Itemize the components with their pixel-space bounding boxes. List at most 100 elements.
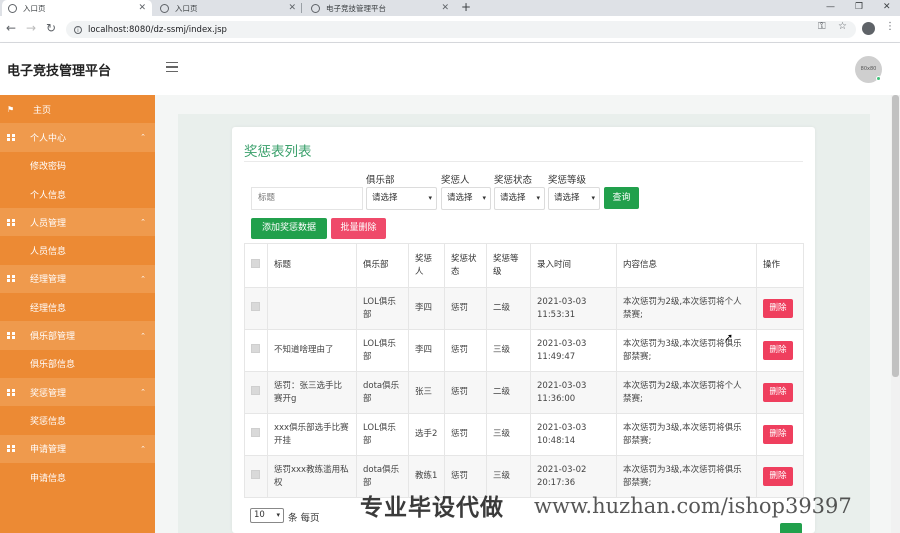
sidebar-group-reward[interactable]: 奖惩管理 ⌃ xyxy=(0,377,155,407)
column-header[interactable]: 奖惩人 xyxy=(408,243,445,288)
cell-level: 二级 xyxy=(486,371,531,414)
sidebar-group-personal[interactable]: 个人中心 ⌃ xyxy=(0,123,155,152)
sidebar-item-label: 经理信息 xyxy=(30,303,67,314)
select-all-checkbox[interactable] xyxy=(251,258,260,268)
column-header[interactable]: 标题 xyxy=(267,243,357,288)
delete-button[interactable]: 删除 xyxy=(763,383,793,402)
reload-icon[interactable]: ↻ xyxy=(46,21,56,35)
sidebar-item-manager-info[interactable]: 经理信息 xyxy=(0,293,155,321)
column-header[interactable]: 内容信息 xyxy=(616,243,757,288)
person-select[interactable]: 请选择 ▾ xyxy=(441,187,491,210)
sidebar-item-label: 个人信息 xyxy=(30,190,67,201)
cell-time: 2021-03-03 11:53:31 xyxy=(530,287,617,330)
cell-action: 删除 xyxy=(756,329,804,372)
more-icon[interactable]: ⋮ xyxy=(885,21,895,32)
sidebar-item-club-info[interactable]: 俱乐部信息 xyxy=(0,350,155,378)
delete-button[interactable]: 删除 xyxy=(763,299,793,318)
sidebar-item-label: 俱乐部管理 xyxy=(30,332,76,343)
column-header[interactable]: 录入时间 xyxy=(530,243,617,288)
level-select-value: 请选择 xyxy=(554,193,580,203)
sidebar-group-club[interactable]: 俱乐部管理 ⌃ xyxy=(0,321,155,350)
sidebar-item-personal-info[interactable]: 个人信息 xyxy=(0,180,155,208)
sidebar-item-application-info[interactable]: 申请信息 xyxy=(0,463,155,491)
cell-level: 二级 xyxy=(486,287,531,330)
close-icon[interactable]: ✕ xyxy=(138,3,146,13)
row-checkbox[interactable] xyxy=(251,343,260,353)
page-size-select[interactable]: 10 ▾ xyxy=(250,508,284,523)
chevron-down-icon: ▾ xyxy=(276,511,280,519)
cell-club: LOL俱乐部 xyxy=(356,287,409,330)
watermark-text: 专业毕设代做 xyxy=(360,495,504,521)
cell-person: 选手2 xyxy=(408,413,445,456)
online-status-icon xyxy=(876,76,881,81)
sidebar-group-application[interactable]: 申请管理 ⌃ xyxy=(0,434,155,463)
cell-status: 惩罚 xyxy=(444,287,487,330)
page-button[interactable] xyxy=(780,523,802,533)
close-icon[interactable]: ✕ xyxy=(441,3,449,13)
per-page-label: 条 每页 xyxy=(288,513,320,524)
club-select[interactable]: 请选择 ▾ xyxy=(366,187,437,210)
star-icon[interactable]: ☆ xyxy=(838,21,847,32)
person-filter-label: 奖惩人 xyxy=(441,175,470,186)
browser-tab-1[interactable]: 入口页 ✕ xyxy=(2,0,152,16)
cell-title: 惩罚xxx教练滥用私权 xyxy=(267,455,357,498)
sidebar-item-staff-info[interactable]: 人员信息 xyxy=(0,236,155,264)
key-icon[interactable]: ⚿ xyxy=(818,21,826,32)
browser-tab-strip: 入口页 ✕ 入口页 ✕ 电子竞技管理平台 ✕ + — ❐ ✕ xyxy=(0,0,900,16)
delete-button[interactable]: 删除 xyxy=(763,467,793,486)
window-close-icon[interactable]: ✕ xyxy=(883,0,891,14)
column-header[interactable]: 俱乐部 xyxy=(356,243,409,288)
menu-toggle-icon[interactable] xyxy=(166,62,178,72)
row-checkbox[interactable] xyxy=(251,427,260,437)
column-header[interactable]: 奖惩等级 xyxy=(486,243,531,288)
url-field[interactable]: i localhost:8080/dz-ssmj/index.jsp xyxy=(66,21,856,38)
delete-button[interactable]: 删除 xyxy=(763,425,793,444)
query-button[interactable]: 查询 xyxy=(604,187,639,209)
sidebar-item-label: 人员管理 xyxy=(30,218,67,229)
add-reward-button[interactable]: 添加奖惩数据 xyxy=(251,218,327,239)
scrollbar-thumb[interactable] xyxy=(892,95,899,377)
new-tab-button[interactable]: + xyxy=(461,0,471,15)
status-select[interactable]: 请选择 ▾ xyxy=(494,187,545,210)
table-row: 不知道啥理由了 LOL俱乐部 李四 惩罚 三级 2021-03-03 11:49… xyxy=(244,329,804,372)
sidebar-item-reward-info[interactable]: 奖惩信息 xyxy=(0,406,155,434)
globe-icon xyxy=(311,3,320,13)
page-size-value: 10 xyxy=(254,510,265,520)
row-checkbox[interactable] xyxy=(251,301,260,311)
row-checkbox[interactable] xyxy=(251,385,260,395)
minimize-icon[interactable]: — xyxy=(826,0,835,14)
delete-button[interactable]: 删除 xyxy=(763,341,793,360)
back-icon[interactable]: ← xyxy=(6,21,16,35)
restore-icon[interactable]: ❐ xyxy=(855,0,863,14)
browser-tab-3[interactable]: 电子竞技管理平台 ✕ xyxy=(305,0,455,16)
chevron-down-icon: ▾ xyxy=(482,194,486,202)
cell-title: 不知道啥理由了 xyxy=(267,329,357,372)
batch-delete-button[interactable]: 批量删除 xyxy=(331,218,386,239)
forward-icon[interactable]: → xyxy=(26,21,36,35)
info-icon[interactable]: i xyxy=(74,25,82,34)
cell-person: 李四 xyxy=(408,329,445,372)
level-select[interactable]: 请选择 ▾ xyxy=(548,187,600,210)
caret-up-icon: ⌃ xyxy=(140,388,146,397)
row-checkbox[interactable] xyxy=(251,469,260,479)
sidebar-group-staff[interactable]: 人员管理 ⌃ xyxy=(0,208,155,237)
cell-time: 2021-03-03 10:48:14 xyxy=(530,413,617,456)
flag-icon: ⚑ xyxy=(7,104,15,114)
table-header-row: 标题 俱乐部 奖惩人 奖惩状态 奖惩等级 录入时间 内容信息 操作 xyxy=(244,243,804,288)
title-search-input[interactable]: 标题 xyxy=(251,187,363,210)
cell-title: xxx俱乐部选手比赛开挂 xyxy=(267,413,357,456)
row-select-cell xyxy=(244,287,268,330)
profile-icon[interactable] xyxy=(862,22,875,35)
grid-icon xyxy=(7,218,15,226)
cell-content: 本次惩罚为3级,本次惩罚将俱乐部禁赛; xyxy=(616,455,757,498)
cell-content: 本次惩罚为2级,本次惩罚将个人禁赛; xyxy=(616,371,757,414)
column-header[interactable]: 奖惩状态 xyxy=(444,243,487,288)
sidebar-item-change-password[interactable]: 修改密码 xyxy=(0,152,155,180)
sidebar-item-home[interactable]: ⚑ 主页 xyxy=(0,95,155,123)
cell-content: 本次惩罚为3级,本次惩罚将俱乐部禁赛; xyxy=(616,329,757,372)
browser-tab-2[interactable]: 入口页 ✕ xyxy=(154,0,302,16)
sidebar-group-manager[interactable]: 经理管理 ⌃ xyxy=(0,264,155,294)
sidebar-item-label: 俱乐部信息 xyxy=(30,360,76,371)
mouse-cursor-icon: ➚ xyxy=(724,331,734,344)
close-icon[interactable]: ✕ xyxy=(288,3,296,13)
